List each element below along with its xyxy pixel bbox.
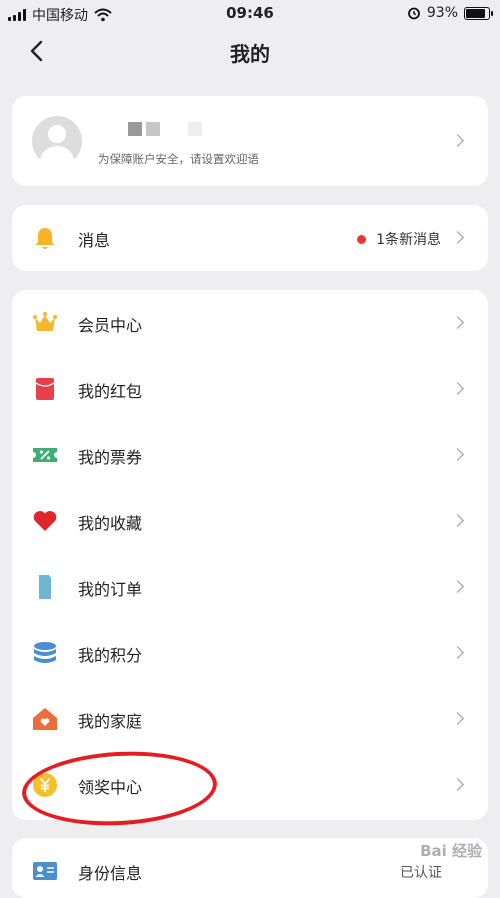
chevron-right-icon (451, 778, 464, 791)
menu-item-points[interactable]: 我的积分 (12, 620, 488, 686)
heart-icon (33, 511, 57, 531)
alarm-icon (407, 7, 420, 20)
menu-item-orders[interactable]: 我的订单 (12, 554, 488, 620)
order-icon (39, 575, 51, 599)
menu-item-label: 我的票券 (78, 448, 143, 467)
coin-stack-icon (34, 642, 56, 663)
chevron-right-icon (451, 580, 464, 593)
id-card-icon (33, 862, 57, 880)
status-bar: 中国移动 09:46 93% (0, 0, 500, 28)
ticket-icon (33, 448, 57, 462)
menu-item-label: 我的收藏 (78, 514, 143, 533)
status-right: 93% (407, 5, 493, 21)
menu-card: 会员中心 我的红包 我的票券 我的收藏 我的订单 我的积分 我的家庭 领奖中心 (12, 290, 488, 820)
crown-icon (33, 312, 57, 331)
menu-item-label: 我的积分 (78, 646, 143, 665)
menu-item-label: 会员中心 (78, 316, 143, 335)
chevron-right-icon (451, 514, 464, 527)
menu-item-tickets[interactable]: 我的票券 (12, 422, 488, 488)
identity-row[interactable]: 身份信息 已认证 (12, 838, 488, 898)
menu-item-label: 我的家庭 (78, 712, 143, 731)
profile-subtitle: 为保障账户安全，请设置欢迎语 (98, 152, 259, 166)
bell-icon (35, 228, 55, 249)
menu-item-red-packets[interactable]: 我的红包 (12, 356, 488, 422)
chevron-right-icon (451, 382, 464, 395)
messages-row[interactable]: 消息 1条新消息 (12, 205, 488, 271)
avatar[interactable] (32, 116, 82, 166)
nav-bar: 我的 (0, 28, 500, 74)
menu-item-label: 我的红包 (78, 382, 143, 401)
menu-item-label: 我的订单 (78, 580, 143, 599)
watermark: Bai 经验 (420, 842, 482, 860)
unread-dot (357, 235, 366, 244)
chevron-right-icon (451, 448, 464, 461)
chevron-right-icon (451, 646, 464, 659)
menu-item-vip-center[interactable]: 会员中心 (12, 290, 488, 356)
home-icon (33, 708, 57, 730)
profile-card[interactable]: 为保障账户安全，请设置欢迎语 (12, 96, 488, 186)
red-envelope-icon (35, 378, 55, 400)
identity-status: 已认证 (400, 865, 442, 881)
chevron-right-icon (451, 231, 464, 244)
menu-item-favorites[interactable]: 我的收藏 (12, 488, 488, 554)
messages-note: 1条新消息 (376, 232, 441, 248)
battery-percent: 93% (426, 5, 458, 21)
identity-label: 身份信息 (78, 864, 143, 883)
page-title: 我的 (230, 42, 270, 66)
battery-icon (464, 6, 493, 20)
messages-label: 消息 (78, 231, 111, 250)
chevron-right-icon (451, 316, 464, 329)
chevron-right-icon (451, 712, 464, 725)
chevron-right-icon (451, 134, 464, 147)
menu-item-family[interactable]: 我的家庭 (12, 686, 488, 752)
username-redacted (128, 122, 202, 136)
